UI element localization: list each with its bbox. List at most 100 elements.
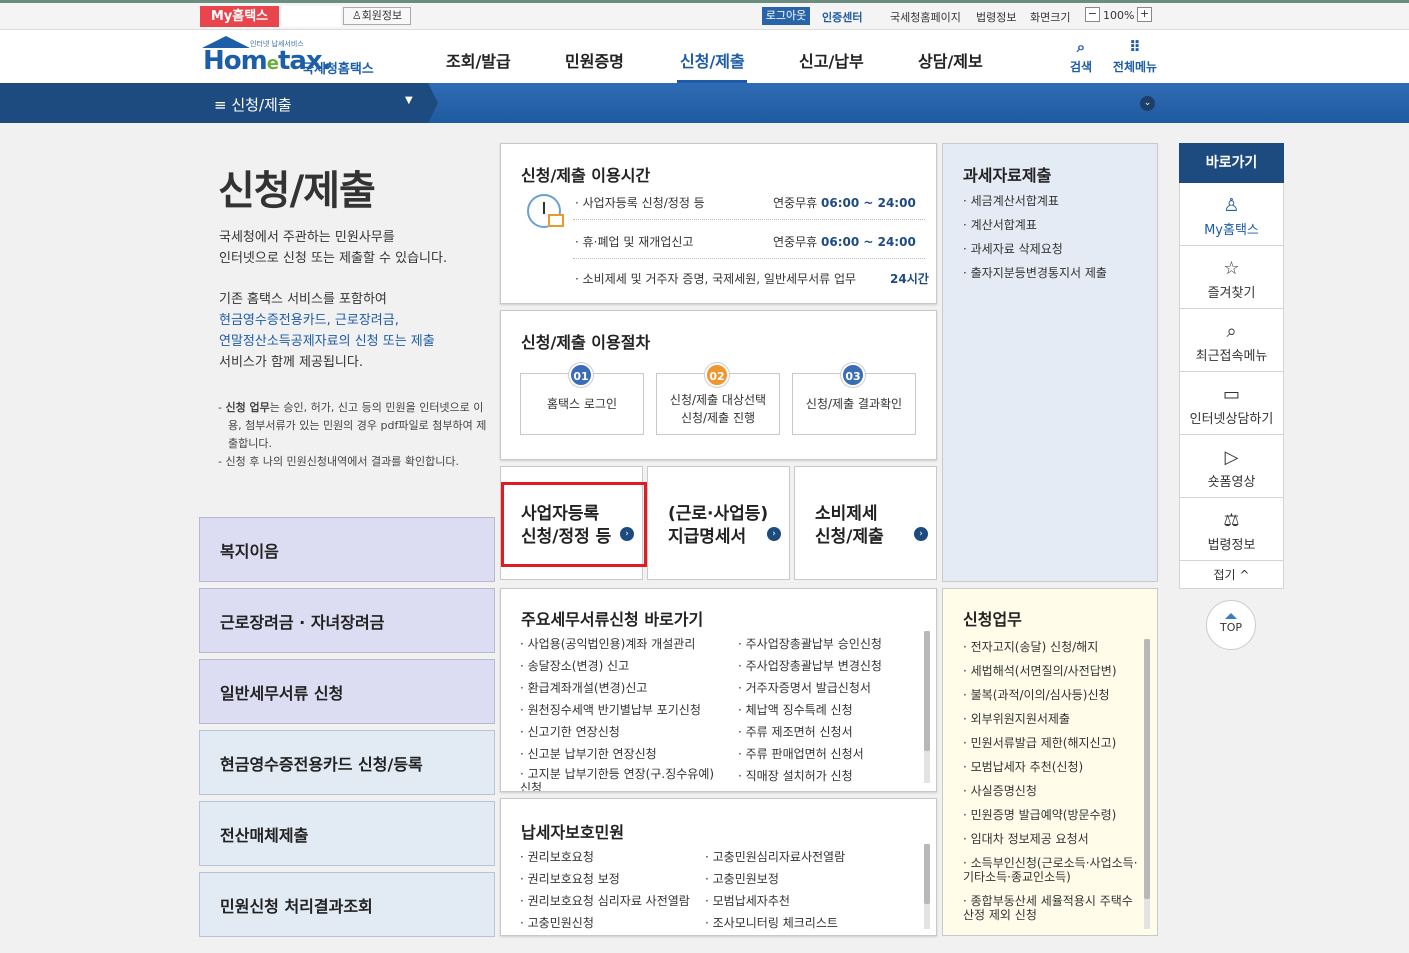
cert-center-link[interactable]: 인증센터 [822,9,862,25]
list-item[interactable]: · 고충민원보정 [705,870,779,887]
scrollbar-thumb[interactable] [924,631,930,751]
list-item[interactable]: · 주사업장총괄납부 변경신청 [738,657,882,674]
top-accent-line [0,0,1409,3]
menu-media-submit[interactable]: 전산매체제출 [199,801,495,866]
play-icon: ▷ [1224,447,1239,468]
list-item[interactable]: · 권리보호요청 보정 [520,870,620,887]
apply-item[interactable]: · 민원서류발급 제한(해지신고) [963,736,1143,750]
tax-data-panel: 과세자료제출 · 세금계산서합계표 · 계산서합계표 · 과세자료 삭제요청 ·… [942,143,1158,582]
highlight-box [501,482,647,567]
scroll-top-button[interactable]: TOP [1206,600,1256,650]
hometax-logo[interactable]: 인터넷 납세서비스 Hometax. 국세청홈택스 [198,36,388,80]
list-item[interactable]: · 주류 판매업면허 신청서 [738,745,864,762]
zoom-out-button[interactable]: − [1085,7,1100,22]
list-item[interactable]: · 사업용(공익법인용)계좌 개설관리 [520,635,695,652]
list-item[interactable]: · 권리보호요청 심리자료 사전열람 [520,892,690,909]
procedure-title: 신청/제출 이용절차 [521,333,651,352]
list-item[interactable]: · 신고분 납부기한 연장신청 [520,745,657,762]
quick-my-hometax[interactable]: ♙ My홈택스 [1179,183,1284,246]
law-info-link[interactable]: 법령정보 [976,9,1016,25]
hamburger-icon: ≡ [214,96,232,114]
tax-data-item[interactable]: · 과세자료 삭제요청 [963,242,1143,256]
quick-shortform-video[interactable]: ▷ 숏폼영상 [1179,435,1284,498]
list-item[interactable]: · 주류 제조면허 신청서 [738,723,853,740]
apply-item[interactable]: · 불복(과적/이의/심사등)신청 [963,688,1143,702]
nav-application[interactable]: 신청/제출 [680,48,745,72]
fold-button[interactable]: 접기 ^ [1179,561,1284,589]
list-item[interactable]: · 직매장 설치허가 신청 [738,767,853,784]
time-row-2-value: 연중무휴 06:00 ~ 24:00 [773,235,916,249]
search-icon: ⌕ [1076,38,1086,56]
apply-item[interactable]: · 민원증명 발급예약(방문수령) [963,808,1143,822]
quick-item-label: 즐겨찾기 [1207,286,1256,301]
member-info-button[interactable]: ♙회원정보 [343,7,411,25]
header: 인터넷 납세서비스 Hometax. 국세청홈택스 조회/발급 민원증명 신청/… [0,30,1409,83]
expand-circle-icon[interactable]: ⌄ [1140,96,1155,111]
search-button[interactable]: ⌕ 검색 [1056,38,1106,75]
star-icon: ☆ [1223,258,1240,279]
apply-item[interactable]: · 소득부인신청(근로소득·사업소득·기타소득·종교인소득) [963,856,1143,884]
apply-item[interactable]: · 종합부동산세 세율적용시 주택수 산정 제외 신청 [963,894,1143,922]
intro-para-1: 국세청에서 주관하는 민원사무를 인터넷으로 신청 또는 제출할 수 있습니다. [219,230,448,266]
list-item[interactable]: · 거주자증명서 발급신청서 [738,679,871,696]
menu-cash-receipt-card[interactable]: 현금영수증전용카드 신청/등록 [199,730,495,795]
quick-law-info[interactable]: ⚖ 법령정보 [1179,498,1284,561]
taxpayer-title: 납세자보호민원 [521,823,625,842]
apply-item[interactable]: · 세법해석(서면질의/사전답변) [963,664,1143,678]
section-bar: ≡ 신청/제출 ▼ ⌄ [0,83,1409,123]
all-menu-button[interactable]: ⠿ 전체메뉴 [1110,38,1160,75]
list-item[interactable]: · 원천징수세액 반기별납부 포기신청 [520,701,701,718]
list-item[interactable]: · 권리보호요청 [520,848,594,865]
arrow-right-icon: › [914,527,928,541]
menu-welfare[interactable]: 복지이음 [199,517,495,582]
tax-data-item[interactable]: · 세금계산서합계표 [963,194,1143,208]
quick-menu-title: 바로가기 [1179,143,1284,183]
zoom-in-button[interactable]: + [1137,7,1152,22]
list-item[interactable]: · 고지분 납부기한등 연장(구.징수유예) 신청 [520,767,720,791]
nts-homepage-link[interactable]: 국세청홈페이지 [890,9,961,25]
monitor-icon: ▭ [1222,384,1240,405]
zoom-level: 100% [1103,9,1135,22]
apply-item[interactable]: · 임대차 정보제공 요청서 [963,832,1143,846]
list-item[interactable]: · 송달장소(변경) 신고 [520,657,629,674]
my-hometax-badge[interactable]: My홈택스 [200,6,279,27]
apply-item[interactable]: · 사실증명신청 [963,784,1143,798]
list-item[interactable]: · 고충민원신청 [520,914,594,931]
list-item[interactable]: · 신고기한 연장신청 [520,723,620,740]
user-name-area [281,6,341,27]
list-item[interactable]: · 주사업장총괄납부 승인신청 [738,635,882,652]
person-icon: ♙ [1223,195,1240,216]
usage-time-title: 신청/제출 이용시간 [521,166,651,185]
menu-result-inquiry[interactable]: 민원신청 처리결과조회 [199,872,495,937]
list-item[interactable]: · 환급계좌개설(변경)신고 [520,679,647,696]
scrollbar-thumb[interactable] [924,844,930,904]
apply-item[interactable]: · 외부위원지원서제출 [963,712,1143,726]
list-item[interactable]: · 체납액 징수특례 신청 [738,701,853,718]
scrollbar-thumb[interactable] [1144,639,1150,899]
card-payment-statement[interactable]: (근로·사업등) 지급명세서 › [647,466,790,580]
nav-consult[interactable]: 상담/제보 [918,48,983,72]
menu-incentive[interactable]: 근로장려금 · 자녀장려금 [199,588,495,653]
tax-data-item[interactable]: · 계산서합계표 [963,218,1143,232]
apply-item[interactable]: · 전자고지(송달) 신청/해지 [963,640,1143,654]
nav-certificate[interactable]: 민원증명 [565,48,624,72]
member-info-label: 회원정보 [361,9,403,22]
nav-inquiry[interactable]: 조회/발급 [446,48,511,72]
quick-recent-menu[interactable]: ⌕ 최근접속메뉴 [1179,309,1284,372]
apply-item[interactable]: · 모범납세자 추천(신청) [963,760,1143,774]
utility-bar: My홈택스 ♙회원정보 로그아웃 인증센터 국세청홈페이지 법령정보 화면크기 … [0,0,1409,30]
list-item[interactable]: · 고충민원심리자료사전열람 [705,848,845,865]
card-consumption-tax[interactable]: 소비제세 신청/제출 › [794,466,937,580]
list-item[interactable]: · 모범납세자추천 [705,892,790,909]
card-payment-statement-label: (근로·사업등) 지급명세서 [668,504,769,547]
recent-icon: ⌕ [1226,321,1237,342]
apply-work-panel: 신청업무 · 전자고지(송달) 신청/해지 · 세법해석(서면질의/사전답변) … [942,588,1158,936]
quick-online-consult[interactable]: ▭ 인터넷상담하기 [1179,372,1284,435]
list-item[interactable]: · 조사모니터링 체크리스트 [705,914,838,931]
logout-button[interactable]: 로그아웃 [762,7,810,25]
tax-data-item[interactable]: · 출자지분등변경통지서 제출 [963,266,1143,280]
menu-general-docs[interactable]: 일반세무서류 신청 [199,659,495,724]
nav-report-payment[interactable]: 신고/납부 [799,48,864,72]
all-menu-label: 전체메뉴 [1112,60,1158,74]
quick-favorites[interactable]: ☆ 즐겨찾기 [1179,246,1284,309]
